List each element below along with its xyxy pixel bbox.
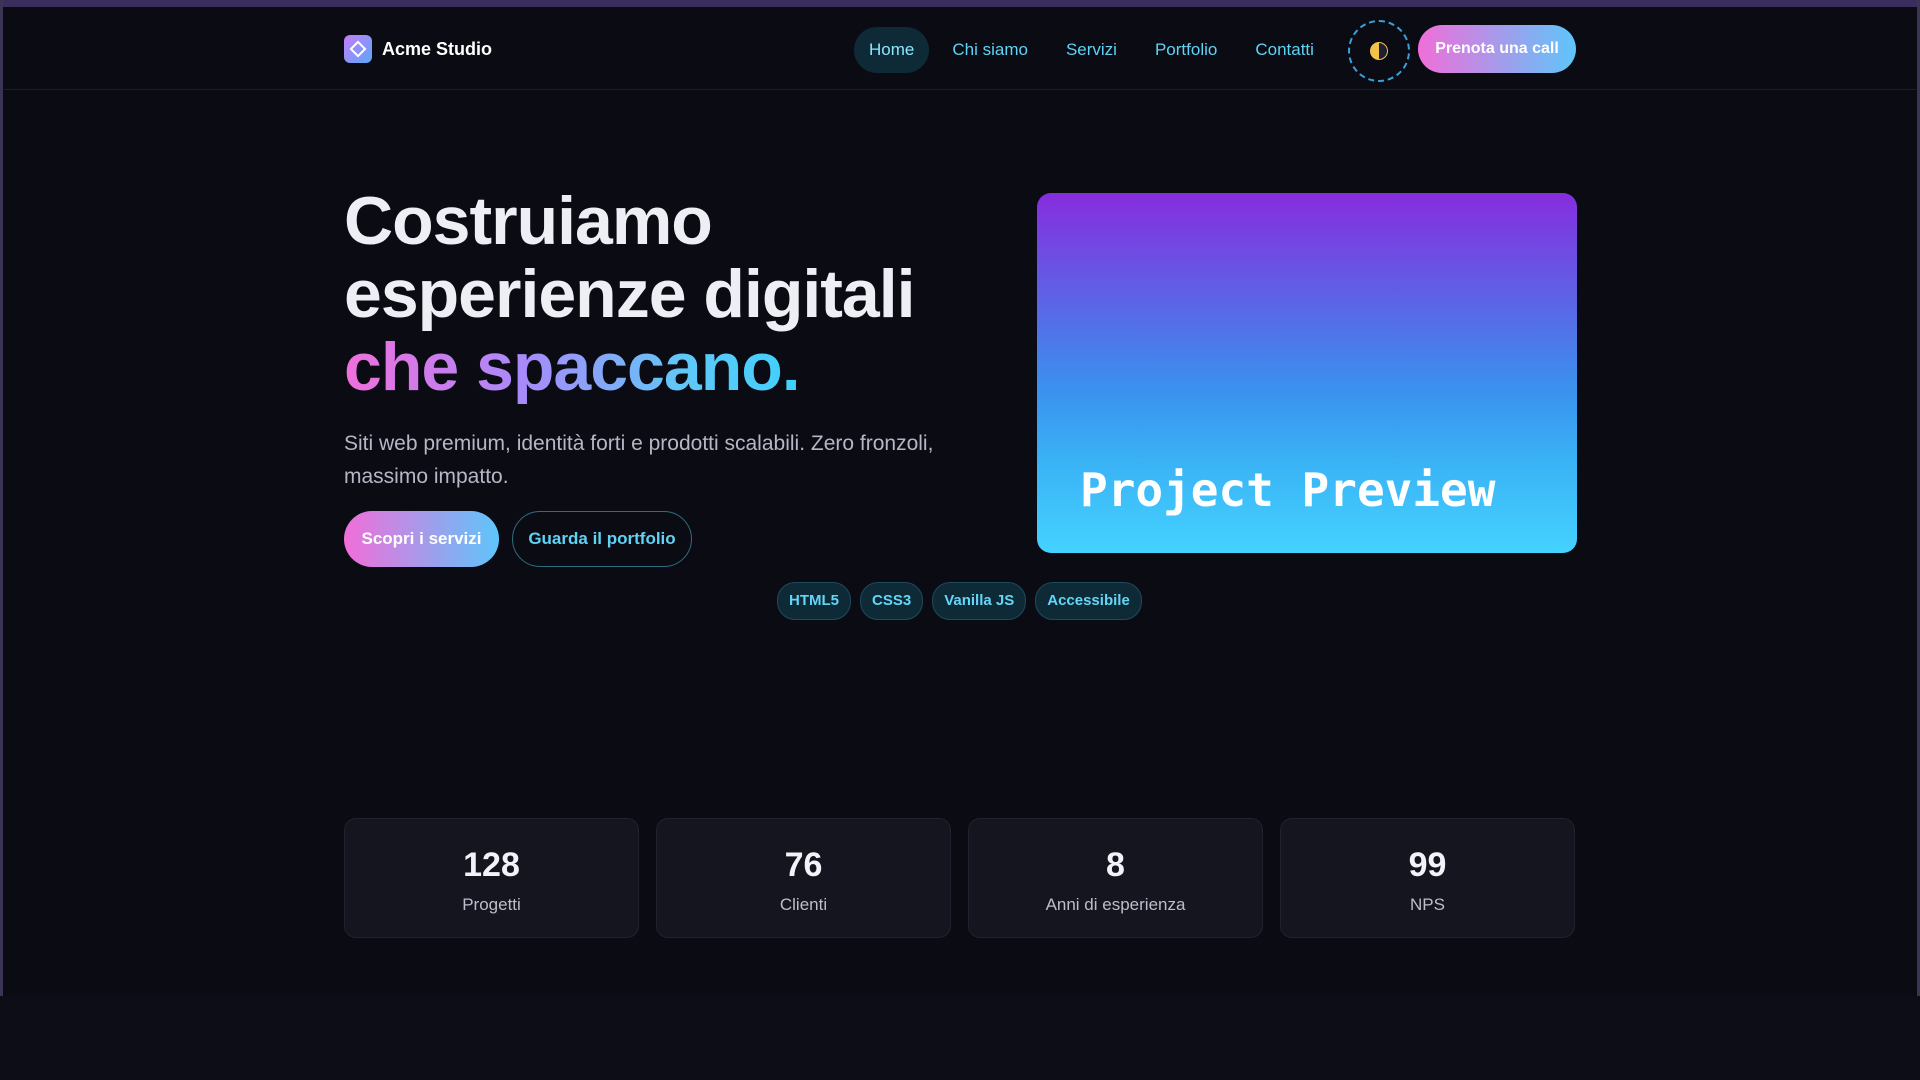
tag-css3: CSS3 xyxy=(860,582,924,620)
stats-row: 128 Progetti 76 Clienti 8 Anni di esperi… xyxy=(344,818,1575,938)
brand[interactable]: Acme Studio xyxy=(344,35,492,63)
hero-title: Costruiamo esperienze digitali che spacc… xyxy=(344,185,984,404)
theme-toggle-button[interactable] xyxy=(1348,20,1410,82)
tag-accessibile: Accessibile xyxy=(1035,582,1142,620)
stat-card: 8 Anni di esperienza xyxy=(968,818,1263,938)
brand-logo-icon xyxy=(344,35,372,63)
brand-name: Acme Studio xyxy=(382,38,493,59)
stat-card: 76 Clienti xyxy=(656,818,951,938)
stat-card: 128 Progetti xyxy=(344,818,639,938)
stat-label: Clienti xyxy=(779,895,828,914)
discover-services-button[interactable]: Scopri i servizi xyxy=(344,511,499,567)
hero-title-accent: che spaccano. xyxy=(344,329,801,405)
nav-item-contatti[interactable]: Contatti xyxy=(1240,27,1329,73)
book-call-button[interactable]: Prenota una call xyxy=(1418,25,1576,73)
stat-value: 128 xyxy=(463,846,520,884)
nav-item-portfolio[interactable]: Portfolio xyxy=(1140,27,1232,73)
nav-item-chi-siamo[interactable]: Chi siamo xyxy=(937,27,1043,73)
hero-title-line2: esperienze digitali xyxy=(344,256,916,332)
nav-item-home[interactable]: Home xyxy=(854,27,930,73)
stat-label: Anni di esperienza xyxy=(1045,895,1186,914)
project-preview-card: Project Preview xyxy=(1037,193,1577,553)
window-top-bar xyxy=(0,0,1920,7)
page: Acme Studio Home Chi siamo Servizi Portf… xyxy=(4,7,1916,996)
hero-title-line1: Costruiamo xyxy=(344,183,713,259)
view-portfolio-button[interactable]: Guarda il portfolio xyxy=(512,511,692,567)
bottom-area xyxy=(0,996,1920,1080)
stat-label: NPS xyxy=(1410,895,1445,914)
stat-value: 76 xyxy=(784,846,823,884)
main-nav: Home Chi siamo Servizi Portfolio Contatt… xyxy=(854,27,1329,73)
tag-html5: HTML5 xyxy=(777,582,851,620)
site-header: Acme Studio Home Chi siamo Servizi Portf… xyxy=(4,7,1916,90)
frame-edge-left xyxy=(0,0,3,996)
tag-vanilla-js: Vanilla JS xyxy=(932,582,1027,620)
tech-tags: HTML5 CSS3 Vanilla JS Accessibile xyxy=(777,582,1142,620)
stat-value: 99 xyxy=(1408,846,1447,884)
stat-card: 99 NPS xyxy=(1280,818,1575,938)
hero-subtitle: Siti web premium, identità forti e prodo… xyxy=(344,432,934,488)
half-moon-icon xyxy=(1370,42,1388,60)
nav-item-servizi[interactable]: Servizi xyxy=(1051,27,1132,73)
stat-label: Progetti xyxy=(462,895,521,914)
project-preview-label: Project Preview xyxy=(1080,463,1496,517)
stat-value: 8 xyxy=(1106,846,1125,884)
